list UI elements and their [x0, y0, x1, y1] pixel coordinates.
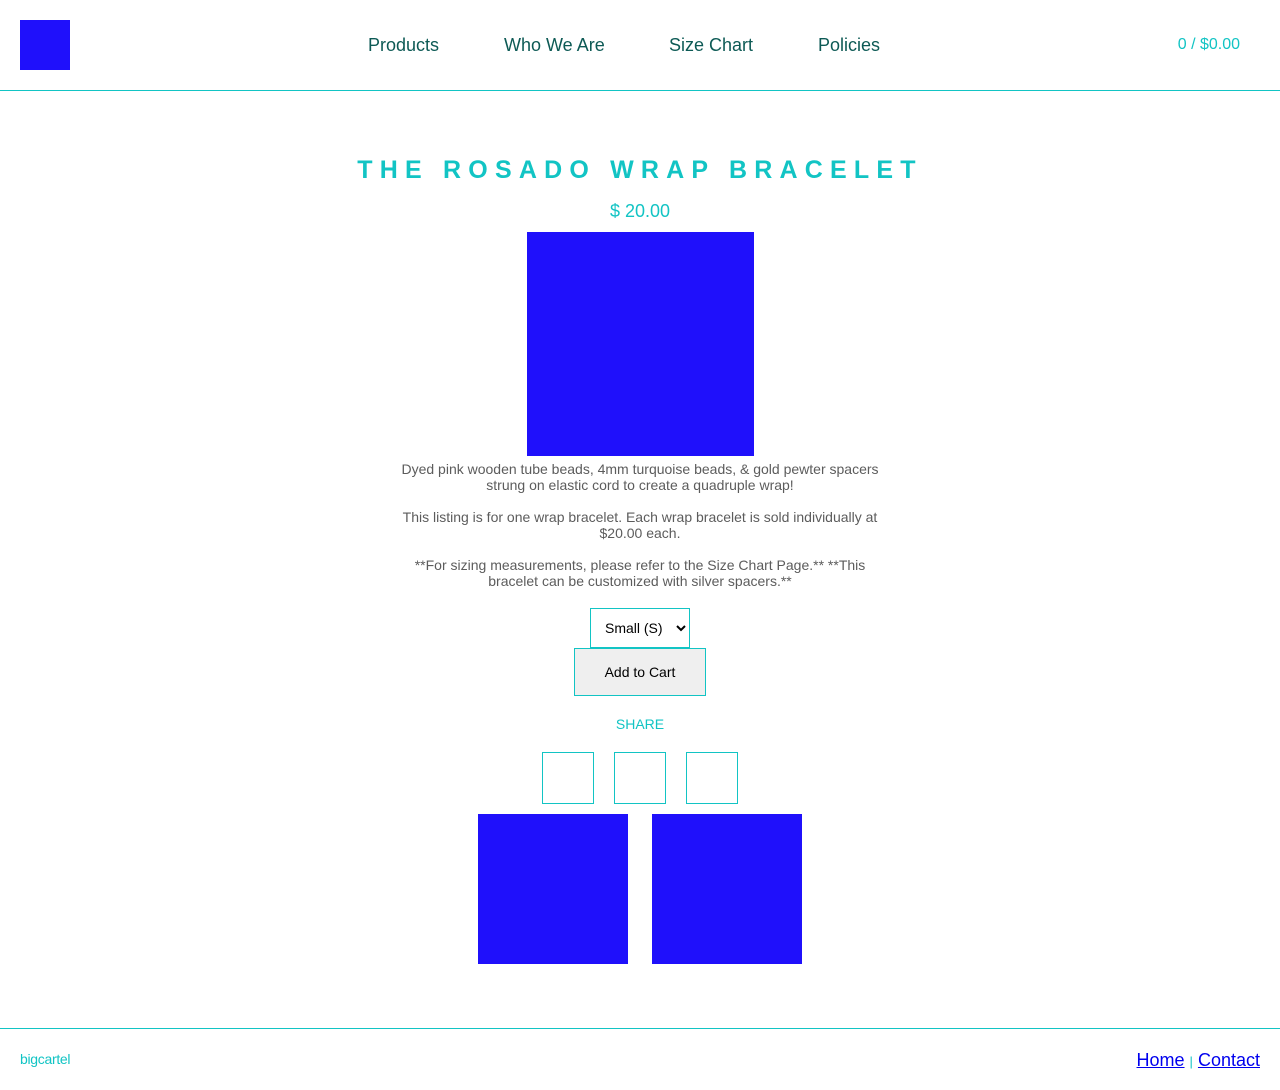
size-select[interactable]: Small (S): [590, 608, 690, 648]
main-nav: Products Who We Are Size Chart Policies: [0, 33, 1280, 57]
site-footer: bigcartel Home | Contact: [0, 1028, 1280, 1090]
footer-home-link[interactable]: Home: [1137, 1050, 1185, 1070]
footer-links: Home | Contact: [1137, 1049, 1260, 1073]
share-twitter-button[interactable]: [542, 752, 594, 804]
add-to-cart-button[interactable]: Add to Cart: [574, 648, 706, 696]
product-title: THE ROSADO WRAP BRACELET: [357, 156, 923, 184]
share-facebook-button[interactable]: [614, 752, 666, 804]
cart-link[interactable]: 0 / $0.00: [1178, 35, 1240, 55]
product-thumbnail-1[interactable]: [478, 814, 628, 964]
bigcartel-credit-link[interactable]: bigcartel: [20, 1051, 71, 1067]
site-header: Products Who We Are Size Chart Policies …: [0, 0, 1280, 91]
product-description-sizing: **For sizing measurements, please refer …: [414, 557, 866, 589]
product-image: [527, 232, 754, 456]
footer-link-separator: |: [1189, 1054, 1193, 1069]
nav-policies[interactable]: Policies: [818, 33, 880, 57]
nav-who-we-are[interactable]: Who We Are: [504, 33, 605, 57]
nav-size-chart[interactable]: Size Chart: [669, 33, 753, 57]
nav-products[interactable]: Products: [368, 33, 439, 57]
footer-contact-link[interactable]: Contact: [1198, 1050, 1260, 1070]
share-pinterest-button[interactable]: [686, 752, 738, 804]
product-description-listing: This listing is for one wrap bracelet. E…: [402, 509, 878, 541]
product-description-materials: Dyed pink wooden tube beads, 4mm turquoi…: [401, 461, 879, 493]
product-thumbnail-2[interactable]: [652, 814, 802, 964]
product-price: $ 20.00: [609, 201, 671, 221]
share-label: SHARE: [615, 716, 665, 732]
